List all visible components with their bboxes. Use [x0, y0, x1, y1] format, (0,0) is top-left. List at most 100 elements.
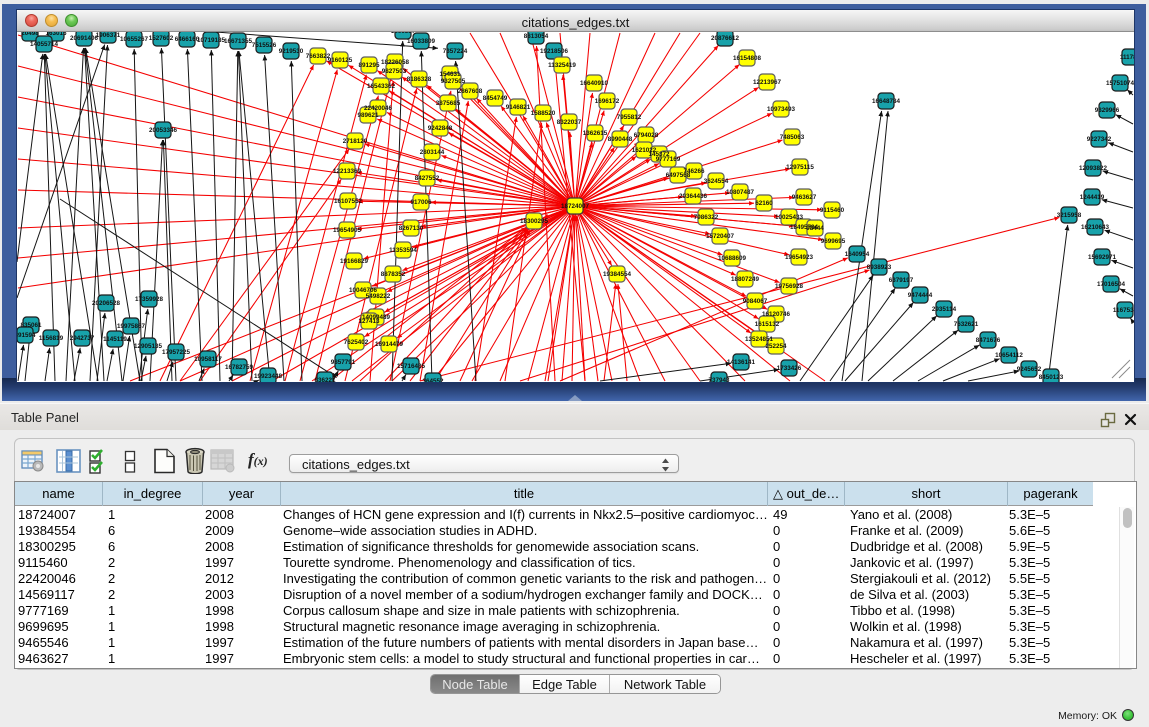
- svg-text:154631: 154631: [439, 71, 461, 78]
- svg-text:1244419: 1244419: [1080, 194, 1105, 201]
- svg-text:8454749: 8454749: [483, 95, 508, 102]
- svg-text:16543362: 16543362: [367, 83, 396, 90]
- svg-text:2867608: 2867608: [458, 88, 483, 95]
- svg-text:16033809: 16033809: [407, 38, 436, 45]
- svg-text:127413: 127413: [358, 318, 380, 325]
- svg-text:17957225: 17957225: [162, 349, 191, 356]
- svg-text:19923448: 19923448: [254, 373, 283, 380]
- svg-text:364552: 364552: [422, 378, 444, 382]
- svg-text:111784: 111784: [1120, 54, 1134, 61]
- svg-text:15716485: 15716485: [397, 363, 426, 370]
- svg-text:5498222: 5498222: [366, 293, 391, 300]
- svg-text:252254: 252254: [765, 343, 787, 350]
- svg-text:9242848: 9242848: [428, 125, 453, 132]
- svg-text:1145119: 1145119: [103, 336, 127, 343]
- svg-text:12905135: 12905135: [134, 343, 163, 350]
- svg-text:16914479: 16914479: [375, 341, 404, 348]
- svg-text:891295: 891295: [358, 62, 380, 69]
- svg-text:8267130: 8267130: [399, 225, 424, 232]
- svg-text:10688609: 10688609: [718, 255, 747, 262]
- svg-text:9115460: 9115460: [820, 207, 845, 214]
- svg-text:7986322: 7986322: [694, 214, 719, 221]
- svg-text:9327505: 9327505: [441, 78, 466, 85]
- svg-text:20364436: 20364436: [679, 193, 708, 200]
- svg-text:9160125: 9160125: [328, 57, 353, 64]
- svg-text:8938923: 8938923: [867, 264, 892, 271]
- svg-text:9219530: 9219530: [279, 48, 304, 55]
- svg-text:9329966: 9329966: [1095, 107, 1120, 114]
- svg-text:1615132: 1615132: [755, 321, 780, 328]
- svg-text:6794028: 6794028: [634, 132, 659, 139]
- svg-text:8450123: 8450123: [1039, 374, 1064, 381]
- svg-text:2803144: 2803144: [420, 149, 445, 156]
- svg-text:163015: 163015: [45, 32, 67, 37]
- svg-text:9245652: 9245652: [1017, 366, 1042, 373]
- svg-text:15751074: 15751074: [1106, 80, 1134, 87]
- svg-text:7515526: 7515526: [252, 42, 277, 49]
- svg-text:18300295: 18300295: [520, 218, 549, 225]
- svg-text:16210643: 16210643: [1081, 224, 1110, 231]
- svg-text:3624554: 3624554: [704, 178, 729, 185]
- svg-text:11353594: 11353594: [389, 247, 417, 254]
- svg-text:1640954: 1640954: [845, 251, 870, 258]
- svg-text:14136141: 14136141: [727, 359, 756, 366]
- svg-text:11325419: 11325419: [548, 62, 576, 69]
- svg-text:1527602: 1527602: [149, 35, 174, 42]
- svg-text:835061: 835061: [20, 322, 42, 329]
- svg-text:391594: 391594: [17, 332, 36, 339]
- svg-text:17016504: 17016504: [1097, 281, 1126, 288]
- svg-text:2942737: 2942737: [70, 335, 95, 342]
- svg-text:22420046: 22420046: [364, 105, 393, 112]
- svg-text:8813054: 8813054: [524, 33, 549, 40]
- svg-text:16120746: 16120746: [762, 311, 791, 318]
- svg-text:10719185: 10719185: [197, 37, 226, 44]
- svg-text:9777169: 9777169: [656, 156, 681, 163]
- svg-text:16107552: 16107552: [334, 198, 363, 205]
- svg-text:8471676: 8471676: [976, 337, 1001, 344]
- svg-text:7485063: 7485063: [780, 134, 805, 141]
- svg-text:18724007: 18724007: [561, 203, 590, 210]
- svg-text:17359928: 17359928: [135, 296, 164, 303]
- svg-text:10958117: 10958117: [194, 356, 222, 363]
- svg-text:7955812: 7955812: [617, 114, 642, 121]
- svg-text:20206528: 20206528: [92, 300, 121, 307]
- svg-text:62160: 62160: [755, 200, 773, 207]
- svg-text:20053346: 20053346: [149, 127, 178, 134]
- svg-text:1362615: 1362615: [583, 130, 608, 137]
- svg-text:16648784: 16648784: [872, 98, 901, 105]
- svg-text:13524851: 13524851: [745, 336, 774, 343]
- svg-text:14055714: 14055714: [30, 41, 59, 48]
- svg-text:737943: 737943: [708, 377, 730, 382]
- svg-text:10807487: 10807487: [726, 189, 755, 196]
- svg-text:10654112: 10654112: [995, 352, 1023, 359]
- svg-text:1588520: 1588520: [531, 110, 556, 117]
- svg-text:19384554: 19384554: [603, 271, 632, 278]
- svg-text:989621: 989621: [357, 112, 379, 119]
- svg-text:9474444: 9474444: [908, 292, 933, 299]
- svg-text:15692971: 15692971: [1088, 254, 1117, 261]
- svg-text:19166829: 19166829: [340, 258, 369, 265]
- svg-text:9857791: 9857791: [331, 359, 356, 366]
- svg-text:1167534: 1167534: [1113, 307, 1134, 314]
- svg-text:19756928: 19756928: [775, 283, 804, 290]
- svg-text:12213967: 12213967: [753, 79, 782, 86]
- svg-text:836221: 836221: [314, 377, 336, 382]
- svg-text:8878352: 8878352: [381, 271, 406, 278]
- svg-text:18807249: 18807249: [731, 276, 760, 283]
- svg-text:10973493: 10973493: [767, 106, 796, 113]
- svg-text:8427552: 8427552: [415, 175, 440, 182]
- svg-text:19218506: 19218506: [540, 48, 569, 55]
- svg-text:7357224: 7357224: [443, 48, 468, 55]
- svg-text:6497568: 6497568: [666, 172, 691, 179]
- svg-text:20691406: 20691406: [70, 35, 99, 42]
- svg-text:12093822: 12093822: [1079, 165, 1108, 172]
- svg-text:9699695: 9699695: [821, 238, 846, 245]
- svg-text:1866537: 1866537: [391, 32, 416, 35]
- svg-text:6379197: 6379197: [889, 277, 914, 284]
- svg-text:98444: 98444: [806, 225, 824, 232]
- svg-text:9463627: 9463627: [792, 194, 817, 201]
- svg-text:19654923: 19654923: [785, 254, 814, 261]
- svg-text:16782759: 16782759: [225, 364, 254, 371]
- svg-text:8990448: 8990448: [608, 136, 633, 143]
- svg-text:2718120: 2718120: [343, 138, 368, 145]
